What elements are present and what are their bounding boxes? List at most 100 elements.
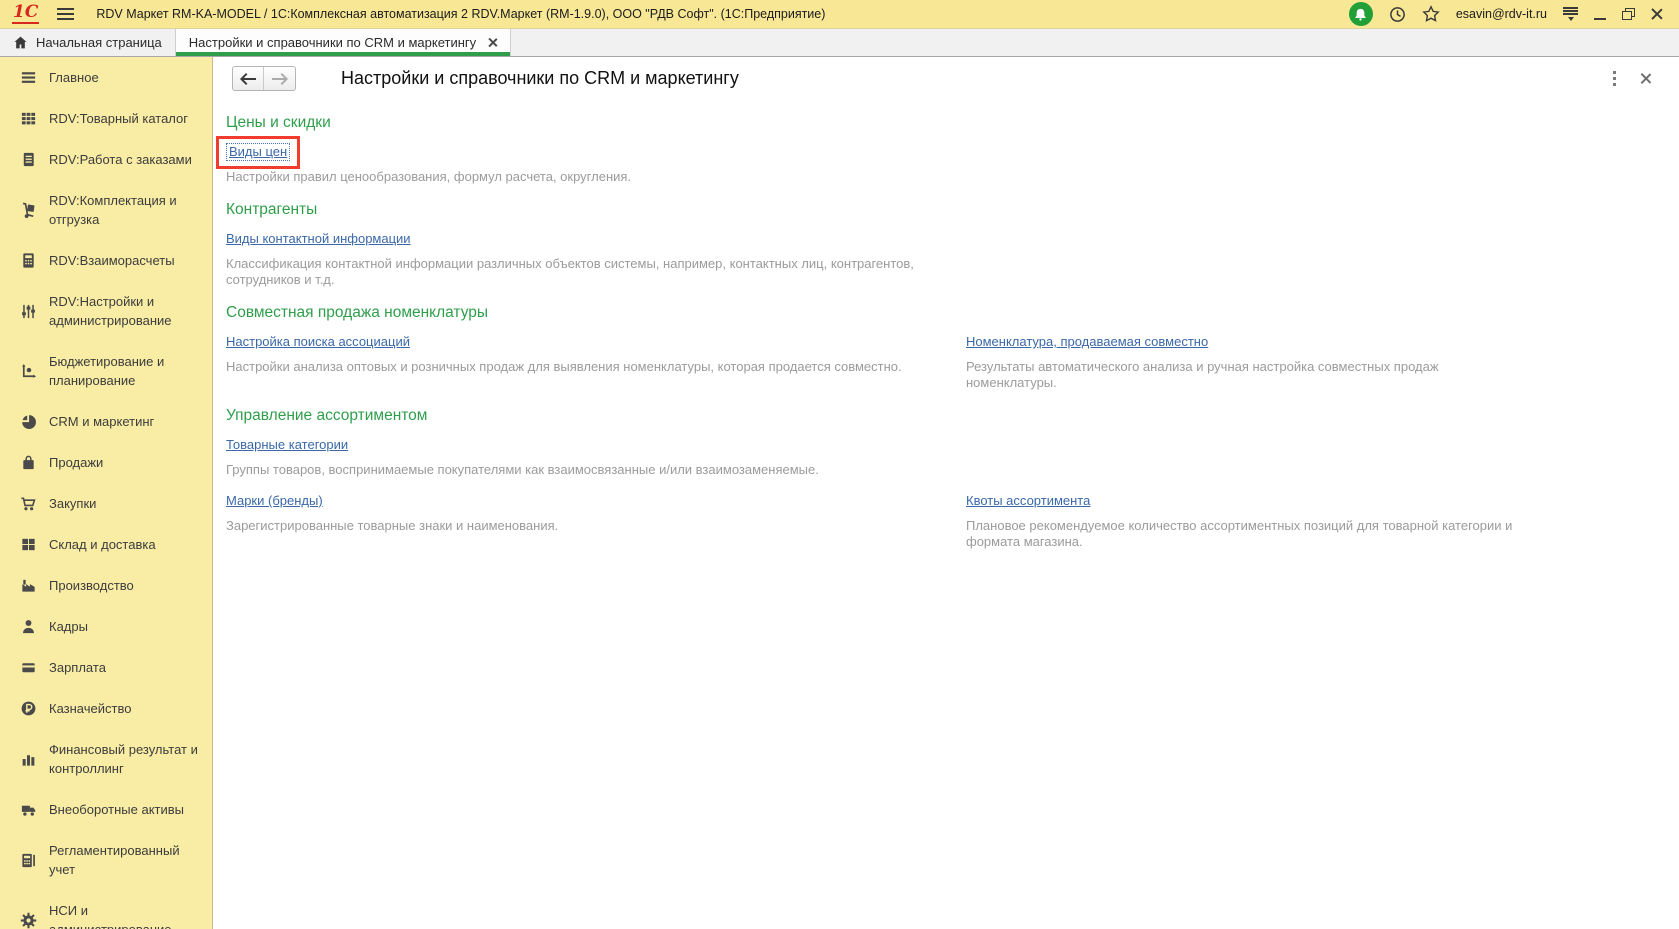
sidebar-item[interactable]: Продажи [0,442,212,483]
tab-label: Начальная страница [36,35,162,50]
sidebar-item-label: Склад и доставка [49,537,156,552]
tab-home[interactable]: Начальная страница [0,29,176,56]
sidebar-item-label: Закупки [49,496,97,511]
back-arrow-icon[interactable] [233,67,264,90]
settings-link[interactable]: Марки (бренды) [226,493,323,508]
sidebar-item-label: Бюджетирование и планирование [49,354,165,388]
favorites-star-icon[interactable] [1422,5,1440,23]
sidebar-item[interactable]: НСИ и администрирование [0,890,212,929]
truck-icon [20,801,37,818]
window-titlebar: 1С RDV Маркет RM-KA-MODEL / 1С:Комплексн… [0,0,1679,29]
link-description: Группы товаров, воспринимаемые покупател… [226,462,819,477]
link-description: Плановое рекомендуемое количество ассорт… [966,518,1513,549]
settings-link[interactable]: Виды цен [226,143,291,161]
history-nav-buttons [232,66,296,91]
settings-link[interactable]: Квоты ассортимента [966,493,1090,508]
service-menu-icon[interactable] [1563,7,1578,21]
more-actions-icon[interactable] [1611,69,1618,88]
grid-catalog-icon [20,110,37,127]
settings-link[interactable]: Номенклатура, продаваемая совместно [966,334,1208,349]
sidebar-item-label: Финансовый результат и контроллинг [49,742,198,776]
section-row: Марки (бренды) Зарегистрированные товарны… [226,492,1679,564]
shopping-cart-icon [20,495,37,512]
sidebar-item-label: RDV:Работа с заказами [49,152,192,167]
gear-icon [20,912,37,929]
shopping-bag-icon [20,454,37,471]
section-heading: Цены и скидки [226,114,331,131]
close-icon[interactable] [1651,8,1663,20]
link-description: Результаты автоматического анализа и руч… [966,359,1439,390]
sidebar-item-label: НСИ и администрирование [49,903,172,929]
tab-crm-settings[interactable]: Настройки и справочники по CRM и маркети… [175,29,512,56]
section-cell: Настройка поиска ассоциаций Настройки ана… [226,333,953,405]
red-annotation-box: Виды цен [216,136,301,169]
sidebar-item[interactable]: Казначейство [0,688,212,729]
settings-link[interactable]: Настройка поиска ассоциаций [226,334,410,349]
sidebar-item[interactable]: Производство [0,565,212,606]
tab-label: Настройки и справочники по CRM и маркети… [188,35,477,50]
sidebar-item[interactable]: Склад и доставка [0,524,212,565]
section-cell: Виды цен Настройки правил ценообразования… [216,136,953,199]
restore-icon[interactable] [1622,8,1635,20]
main-menu-icon[interactable] [57,8,75,20]
section-heading: Управление ассортиментом [226,407,428,424]
payment-card-icon [20,659,37,676]
sidebar-item[interactable]: Зарплата [0,647,212,688]
section-heading: Совместная продажа номенклатуры [226,304,489,321]
section-cell: Товарные категории Группы товаров, воспри… [226,436,953,492]
sidebar-item[interactable]: RDV:Работа с заказами [0,139,212,180]
minimize-icon[interactable] [1594,17,1606,20]
page-header: Настройки и справочники по CRM и маркети… [213,57,1679,91]
settings-link[interactable]: Товарные категории [226,437,348,452]
sidebar-item[interactable]: Регламентированный учет [0,830,212,890]
sidebar-item[interactable]: RDV:Товарный каталог [0,98,212,139]
sidebar-item[interactable]: Главное [0,57,212,98]
sidebar-item[interactable]: RDV:Комплектация и отгрузка [0,180,212,240]
section-cell: Марки (бренды) Зарегистрированные товарны… [226,492,953,564]
order-document-icon [20,151,37,168]
sidebar-item-label: CRM и маркетинг [49,414,155,429]
person-icon [20,618,37,635]
link-description: Настройки правил ценообразования, формул… [226,169,632,184]
chart-axes-icon [20,363,37,380]
section-cell: Номенклатура, продаваемая совместно Резул… [966,333,1679,405]
settings-link[interactable]: Виды контактной информации [226,231,411,246]
pie-chart-icon [20,413,37,430]
sidebar-item-label: Главное [49,70,99,85]
sidebar-item-label: RDV:Настройки и администрирование [49,294,172,328]
sidebar-item[interactable]: RDV:Настройки и администрирование [0,281,212,341]
ruble-coin-icon [20,700,37,717]
sidebar-item-label: Регламентированный учет [49,843,180,877]
sliders-icon [20,303,37,320]
link-description: Настройки анализа оптовых и розничных пр… [226,359,902,374]
user-email[interactable]: esavin@rdv-it.ru [1456,7,1547,21]
forward-arrow-icon[interactable] [264,67,295,90]
sidebar-item-label: RDV:Взаиморасчеты [49,253,175,268]
sidebar-item[interactable]: RDV:Взаиморасчеты [0,240,212,281]
window-title: RDV Маркет RM-KA-MODEL / 1С:Комплексная … [96,7,826,21]
main-panel: Настройки и справочники по CRM и маркети… [213,57,1679,929]
history-icon[interactable] [1389,6,1406,23]
sidebar-item[interactable]: Бюджетирование и планирование [0,341,212,401]
hand-truck-icon [20,202,37,219]
sidebar-item-label: RDV:Товарный каталог [49,111,189,126]
sidebar-item[interactable]: Закупки [0,483,212,524]
sidebar-item[interactable]: Финансовый результат и контроллинг [0,729,212,789]
close-page-icon[interactable] [1640,73,1651,84]
sidebar-item-label: Кадры [49,619,88,634]
tab-bar: Начальная страница Настройки и справочни… [0,29,1679,57]
sidebar-item[interactable]: Кадры [0,606,212,647]
section-row: Виды контактной информации Классификация … [226,230,1679,302]
close-tab-icon[interactable] [488,38,497,47]
sidebar-item[interactable]: Внеоборотные активы [0,789,212,830]
page-title: Настройки и справочники по CRM и маркети… [341,68,739,88]
section-row: Настройка поиска ассоциаций Настройки ана… [226,333,1679,405]
section-row: Товарные категории Группы товаров, воспри… [226,436,1679,492]
section-row: Виды цен Настройки правил ценообразования… [216,136,1679,199]
bar-chart-icon [20,751,37,768]
section-cell: Виды контактной информации Классификация … [226,230,953,302]
notifications-bell-icon[interactable] [1348,2,1373,26]
settings-content: Цены и скидки Виды цен Настройки правил це… [213,91,1679,564]
sidebar-item[interactable]: CRM и маркетинг [0,401,212,442]
section-cell: Квоты ассортимента Плановое рекомендуемое… [966,492,1679,564]
